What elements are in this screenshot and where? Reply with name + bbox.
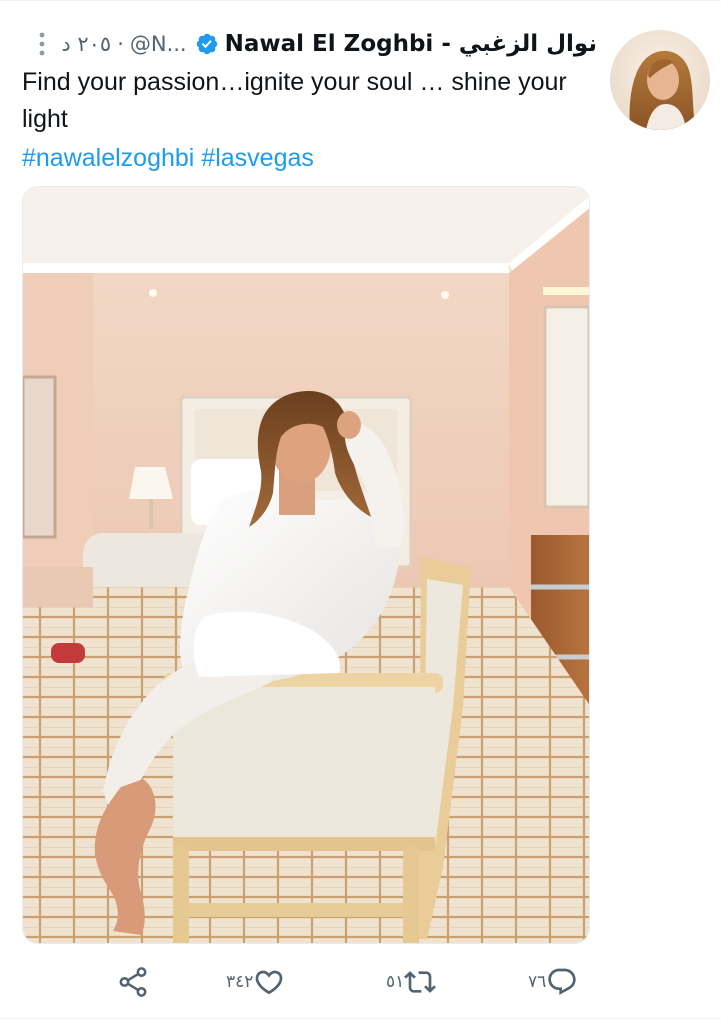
hashtags: #nawalelzoghbi #lasvegas [22, 140, 314, 177]
heart-icon [253, 966, 285, 998]
avatar[interactable] [610, 30, 710, 130]
share-icon [116, 965, 150, 999]
tweet-header: نوال الزغبي - Nawal El Zoghbi @N... · ٢٠… [22, 26, 597, 62]
retweet-icon [404, 966, 437, 998]
retweet-button[interactable]: ٥١ [374, 962, 437, 1002]
reply-count: ٧٦ [528, 972, 547, 992]
like-button[interactable]: ٣٤٢ [214, 962, 285, 1002]
user-handle[interactable]: @N... [130, 32, 187, 56]
like-count: ٣٤٢ [226, 972, 254, 992]
reply-icon [546, 966, 578, 998]
tweet-card: نوال الزغبي - Nawal El Zoghbi @N... · ٢٠… [0, 0, 721, 1024]
timestamp[interactable]: ٢٠٥ د [61, 32, 111, 56]
top-divider [0, 0, 721, 1]
separator-dot: · [117, 32, 124, 56]
reply-button[interactable]: ٧٦ [516, 962, 578, 1002]
tweet-photo[interactable] [22, 186, 590, 944]
display-name[interactable]: نوال الزغبي - Nawal El Zoghbi [225, 31, 597, 57]
hashtag-link[interactable]: #nawalelzoghbi [22, 144, 194, 172]
hashtag-link[interactable]: #lasvegas [201, 144, 314, 172]
bottom-divider [0, 1018, 721, 1019]
share-button[interactable] [116, 962, 150, 1002]
more-vertical-icon[interactable] [33, 29, 51, 59]
retweet-count: ٥١ [386, 972, 405, 992]
tweet-text: Find your passion…ignite your soul … shi… [22, 68, 567, 133]
verified-badge-icon [195, 32, 219, 56]
